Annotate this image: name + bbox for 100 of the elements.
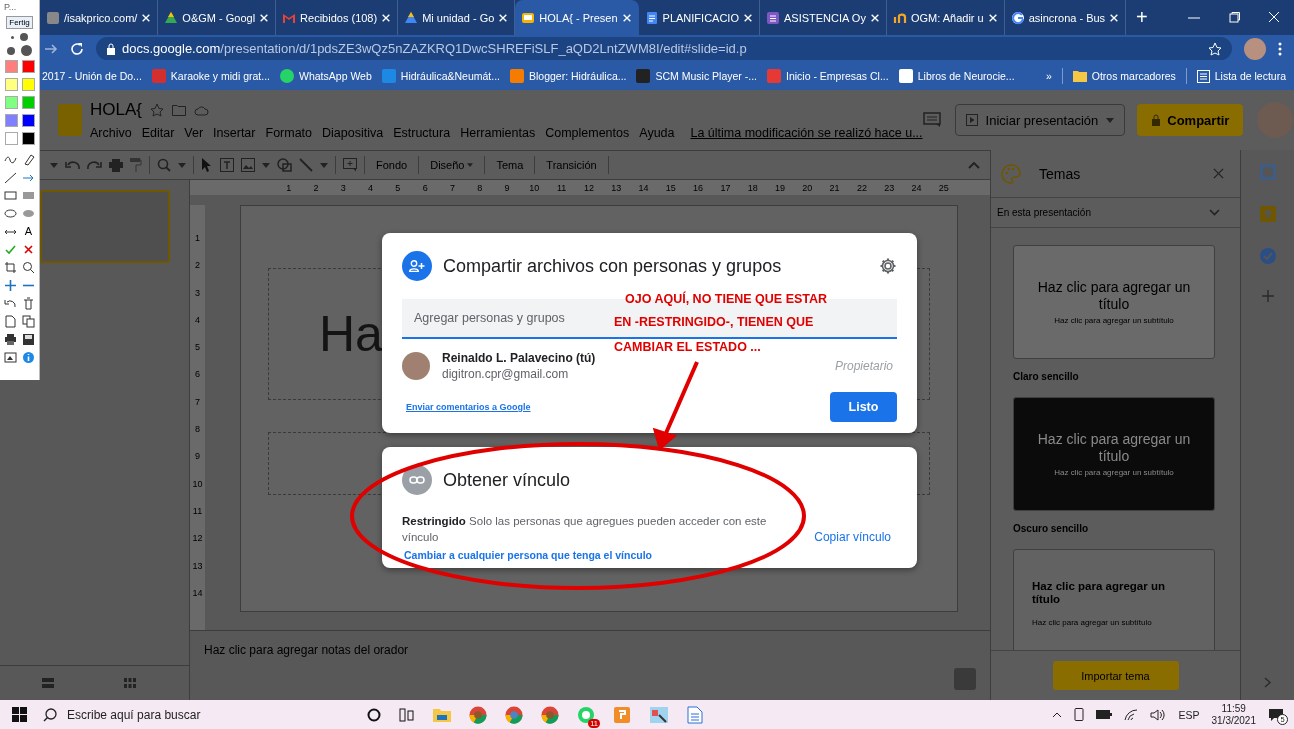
profile-avatar[interactable] [1244,37,1266,60]
more-bookmarks-button[interactable]: » [1045,70,1052,82]
slide-thumbnail[interactable] [40,190,170,263]
expand-icon[interactable] [1264,677,1271,688]
document-title[interactable]: HOLA{ [90,100,142,120]
bookmark-link[interactable]: SCM Music Player -... [636,69,757,83]
chrome-icon[interactable] [541,705,559,724]
theme-preview[interactable]: Haz clic para agregar un título Haz clic para agregar un subtítulo [1013,397,1215,511]
speaker-icon[interactable] [1150,708,1167,721]
chrome-icon[interactable] [469,705,487,724]
crop-icon[interactable] [4,261,17,274]
reading-list-link[interactable]: Lista de lectura [1196,69,1286,83]
toolbar-button[interactable]: Transición [542,159,601,171]
text-box-icon[interactable] [220,158,234,172]
comments-icon[interactable] [922,112,941,128]
bookmark-link[interactable]: Blogger: Hidráulica... [510,69,627,83]
screenshot-icon[interactable] [4,351,17,364]
forward-icon[interactable] [44,41,58,56]
menu-item[interactable]: Editar [141,126,175,140]
document-icon[interactable] [687,705,703,724]
toolbar-button[interactable]: Tema [492,159,528,171]
caret-icon[interactable] [50,162,58,168]
ellipse-tool-icon[interactable] [4,207,17,220]
present-button[interactable]: Iniciar presentación [954,104,1126,136]
bookmark-link[interactable]: WhatsApp Web [280,69,372,83]
trash-icon[interactable] [22,297,35,310]
bookmark-link[interactable]: Libros de Neurocie... [898,69,1015,83]
share-button[interactable]: Compartir [1137,104,1244,136]
zoom-icon[interactable] [157,158,171,172]
paint-app-icon[interactable] [649,705,669,724]
redo-icon[interactable] [87,160,102,170]
image-icon[interactable] [241,158,255,172]
color-swatch[interactable] [4,114,18,127]
theme-preview[interactable]: Haz clic para agregar un título Haz clic para agregar un subtítulo [1013,245,1215,359]
line-tool-icon[interactable] [4,171,17,184]
bookmark-link[interactable]: Inicio - Empresas Cl... [767,69,889,83]
chrome-icon[interactable] [505,705,523,724]
bookmark-star-icon[interactable] [1208,41,1222,56]
menu-item[interactable]: Archivo [90,126,132,140]
change-access-link[interactable]: Cambiar a cualquier persona que tenga el vínculo [402,549,652,562]
reload-icon[interactable] [70,41,84,56]
menu-item[interactable]: Ver [184,126,204,140]
color-swatch[interactable] [21,132,35,145]
text-tool-button[interactable]: A [22,225,35,238]
windows-start-icon[interactable] [12,707,27,722]
theme-preview[interactable]: Haz clic para agregar un título Haz clic para agregar un subtítulo [1013,549,1215,650]
eraser-icon[interactable] [22,153,35,166]
action-center-icon[interactable] [1268,707,1284,722]
settings-icon[interactable] [879,257,897,275]
brush-size-option[interactable] [11,35,14,39]
battery-icon[interactable] [1096,710,1113,719]
new-page-icon[interactable] [4,315,17,328]
color-swatch[interactable] [21,60,35,73]
folder-icon[interactable] [172,104,186,116]
add-comment-icon[interactable] [343,158,357,172]
color-swatch[interactable] [21,78,35,91]
taskbar-search-field[interactable]: Escribe aquí para buscar [27,707,347,722]
taskbar-clock[interactable]: 11:59 31/3/2021 [1211,702,1256,727]
cross-icon[interactable] [22,243,35,256]
task-view-icon[interactable] [399,707,415,722]
done-button[interactable]: Listo [830,392,897,422]
bookmark-link[interactable]: Hidráulica&Neumát... [381,69,500,83]
color-swatch[interactable] [4,60,18,73]
rectangle-tool-icon[interactable] [4,189,17,202]
cursor-icon[interactable] [201,158,213,172]
color-swatch[interactable] [21,96,35,109]
address-bar[interactable]: docs.google.com/presentation/d/1pdsZE3wQz5nZAZKRQ1DwcSHREFiSLF_aQD2LntZWM8I/edit#slide=id.p [96,37,1232,60]
import-theme-button[interactable]: Importar tema [1052,661,1179,690]
check-icon[interactable] [4,243,17,256]
print-icon[interactable] [4,333,17,346]
copy-link-button[interactable]: Copiar vínculo [808,530,897,545]
chevron-up-icon[interactable] [1052,711,1063,718]
pdf-app-icon[interactable] [613,705,631,724]
language-indicator[interactable]: ESP [1178,708,1200,721]
add-people-field[interactable]: Agregar personas y grupos [402,299,612,339]
menu-item[interactable]: Formato [265,126,313,140]
menu-item[interactable]: Complementos [545,126,630,140]
wifi-icon[interactable] [1124,708,1139,721]
caret-icon[interactable] [178,162,186,168]
color-swatch[interactable] [4,78,18,91]
color-swatch[interactable] [21,114,35,127]
color-swatch[interactable] [4,132,18,145]
menu-item[interactable]: Herramientas [460,126,536,140]
done-button[interactable]: Fertig [6,16,33,29]
caret-icon[interactable] [262,162,270,168]
collapse-icon[interactable] [968,161,980,169]
bookmark-link[interactable]: 2017 - Unión de Do... [42,70,142,82]
filled-ellipse-icon[interactable] [22,207,35,220]
caret-icon[interactable] [320,162,328,168]
filled-rectangle-icon[interactable] [22,189,35,202]
info-icon[interactable] [22,351,35,364]
save-icon[interactable] [22,333,35,346]
toolbar-button[interactable]: Diseño [426,159,478,171]
new-tab-button[interactable]: + [1126,6,1158,29]
line-icon[interactable] [299,158,313,172]
more-menu-icon[interactable] [1278,41,1282,56]
menu-item[interactable]: Ayuda [639,126,675,140]
brush-size-option[interactable] [21,45,32,56]
list-view-icon[interactable] [42,678,54,688]
bookmark-link[interactable]: Karaoke y midi grat... [151,69,271,83]
